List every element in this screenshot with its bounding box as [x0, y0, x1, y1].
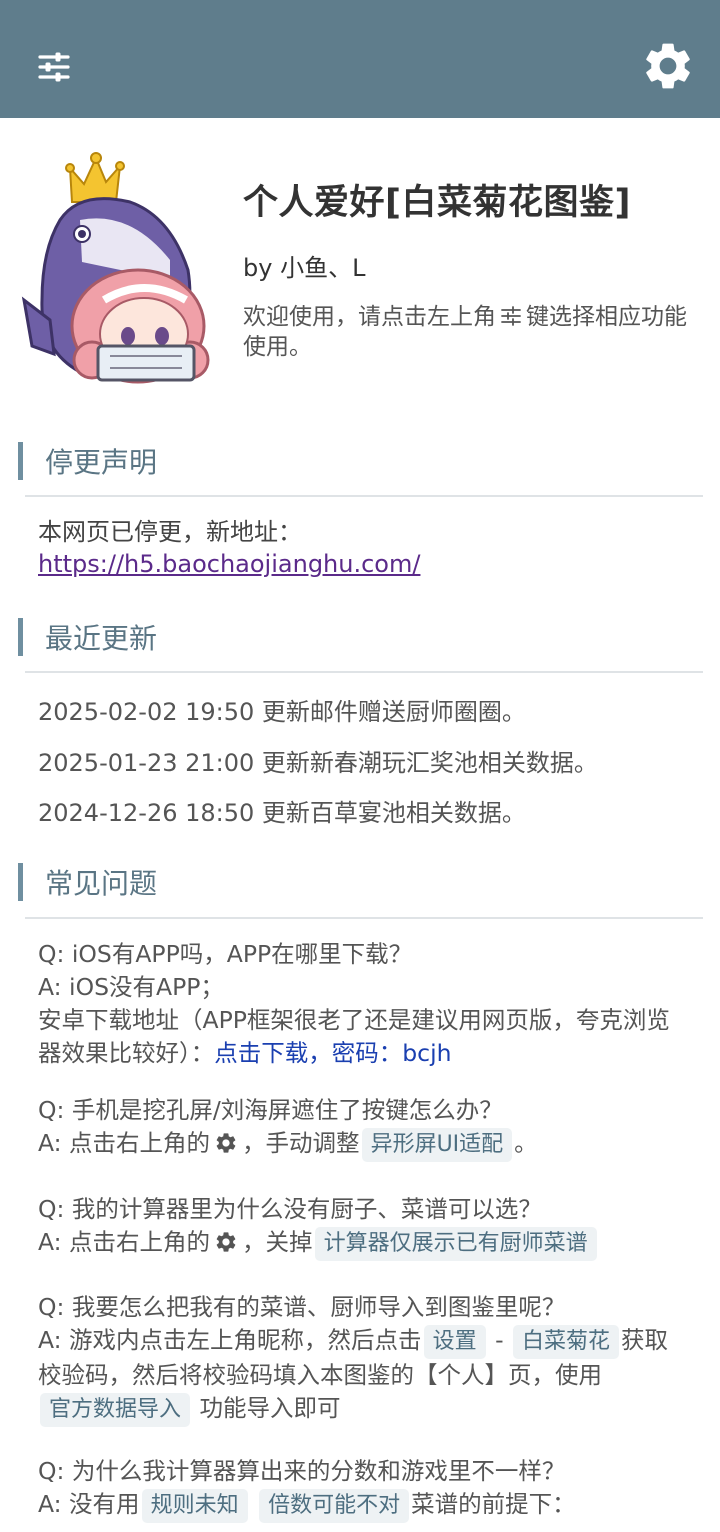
section-updates-title: 最近更新 [18, 617, 157, 657]
crown-icon [65, 152, 125, 203]
faq-item-5: Q: 为什么我计算器算出来的分数和游戏里不一样？ A: 没有用 规则未知 倍数可能… [38, 1455, 688, 1523]
faq-answer: A: 没有用 规则未知 倍数可能不对 菜谱的前提下： [38, 1488, 688, 1523]
faq-question: Q: 我要怎么把我有的菜谱、厨师导入到图鉴里呢？ [38, 1293, 566, 1321]
faq-answer-text: - [495, 1326, 504, 1354]
divider [25, 917, 703, 919]
section-heading: 最近更新 [45, 622, 158, 655]
faq-item-1: Q: iOS有APP吗，APP在哪里下载？ A: iOS没有APP； 安卓下载地… [38, 938, 688, 1070]
setting-tag: 倍数可能不对 [259, 1489, 410, 1523]
top-bar [0, 0, 720, 118]
setting-tag: 官方数据导入 [40, 1393, 191, 1427]
faq-item-4: Q: 我要怎么把我有的菜谱、厨师导入到图鉴里呢？ A: 游戏内点击左上角昵称，然… [38, 1291, 688, 1427]
section-accent-bar [18, 863, 23, 901]
setting-tag: 规则未知 [141, 1489, 248, 1523]
update-item: 2025-01-23 21:00 更新新春潮玩汇奖池相关数据。 [38, 749, 598, 777]
notice-body: 本网页已停更，新地址： https://h5.baochaojianghu.co… [38, 516, 420, 580]
faq-item-2: Q: 手机是挖孔屏/刘海屏遮住了按键怎么办？ A: 点击右上角的 ，手动调整 异形屏… [38, 1094, 688, 1162]
faq-answer: A: iOS没有APP； [38, 973, 224, 1001]
page-title: 个人爱好[白菜菊花图鉴] [243, 183, 631, 223]
faq-answer-text: A: 游戏内点击左上角昵称，然后点击 [38, 1326, 422, 1354]
faq-question: Q: 我的计算器里为什么没有厨子、菜谱可以选？ [38, 1195, 542, 1223]
gear-icon [214, 1230, 238, 1254]
faq-answer: A: 点击右上角的 ，关掉 计算器仅展示已有厨师菜谱 [38, 1226, 688, 1261]
new-site-link[interactable]: https://h5.baochaojianghu.com/ [38, 550, 420, 578]
setting-tag: 白菜菊花 [513, 1325, 620, 1359]
faq-answer-text: A: 点击右上角的 [38, 1228, 211, 1256]
gear-icon[interactable] [640, 38, 696, 94]
faq-answer-text: 功能导入即可 [199, 1394, 341, 1422]
divider [25, 671, 703, 673]
mascot-image [20, 150, 220, 386]
faq-answer: 安卓下载地址（APP框架很老了还是建议用网页版，夸克浏览器效果比较好）：点击下载… [38, 1004, 688, 1070]
setting-tag: 计算器仅展示已有厨师菜谱 [314, 1227, 597, 1261]
faq-answer-text: 。 [514, 1129, 538, 1157]
notice-text: 本网页已停更，新地址： [38, 518, 302, 546]
section-accent-bar [18, 442, 23, 480]
sliders-icon[interactable] [26, 38, 82, 94]
faq-answer-text: A: 没有用 [38, 1490, 140, 1518]
divider [25, 495, 703, 497]
download-link[interactable]: 点击下载，密码：bcjh [214, 1039, 451, 1067]
section-notice-title: 停更声明 [18, 441, 157, 481]
faq-answer-text: A: 点击右上角的 [38, 1129, 211, 1157]
update-item: 2024-12-26 18:50 更新百草宴池相关数据。 [38, 799, 526, 827]
section-heading: 常见问题 [45, 867, 158, 900]
section-faq-title: 常见问题 [18, 862, 157, 902]
section-accent-bar [18, 618, 23, 656]
section-heading: 停更声明 [45, 446, 158, 479]
faq-answer-text: ，关掉 [242, 1228, 313, 1256]
faq-answer: A: 点击右上角的 ，手动调整 异形屏UI适配。 [38, 1127, 688, 1162]
faq-question: Q: 手机是挖孔屏/刘海屏遮住了按键怎么办？ [38, 1096, 503, 1124]
faq-answer-text: 菜谱的前提下： [411, 1490, 576, 1518]
faq-answer-text: ，手动调整 [242, 1129, 360, 1157]
setting-tag: 设置 [423, 1325, 486, 1359]
hero-section: 个人爱好[白菜菊花图鉴] by 小鱼、L 欢迎使用，请点击左上角 键选择相应功能使… [0, 118, 720, 408]
setting-tag: 异形屏UI适配 [361, 1128, 513, 1162]
sliders-icon [500, 304, 522, 326]
welcome-text: 欢迎使用，请点击左上角 键选择相应功能使用。 [243, 302, 693, 362]
faq-answer: A: 游戏内点击左上角昵称，然后点击 设置 - 白菜菊花 获取校验码，然后将校验码填… [38, 1324, 688, 1427]
gear-icon [214, 1131, 238, 1155]
update-item: 2025-02-02 19:50 更新邮件赠送厨师圈圈。 [38, 698, 526, 726]
faq-question: Q: 为什么我计算器算出来的分数和游戏里不一样？ [38, 1457, 566, 1485]
faq-question: Q: iOS有APP吗，APP在哪里下载？ [38, 940, 413, 968]
author-text: by 小鱼、L [243, 254, 366, 282]
faq-item-3: Q: 我的计算器里为什么没有厨子、菜谱可以选？ A: 点击右上角的 ，关掉 计算器仅… [38, 1193, 688, 1261]
welcome-text-before: 欢迎使用，请点击左上角 [243, 304, 496, 330]
